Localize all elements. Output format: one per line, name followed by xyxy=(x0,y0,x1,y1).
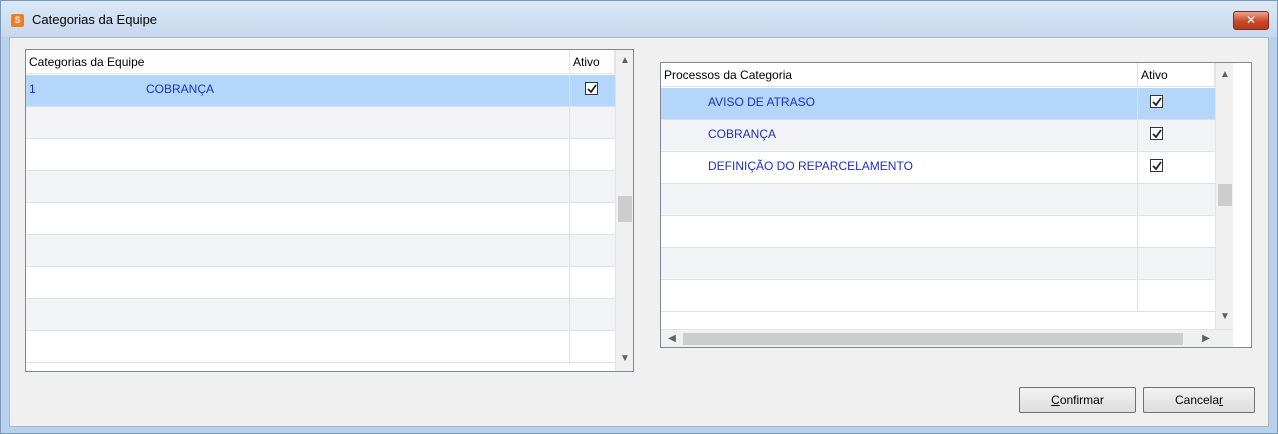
table-row[interactable]: COBRANÇA xyxy=(661,120,1215,152)
vertical-scrollbar[interactable]: ▲ ▼ xyxy=(1215,63,1233,329)
confirm-label: onfirmar xyxy=(1059,393,1104,407)
scroll-left-arrow-icon[interactable]: ◀ xyxy=(663,330,681,347)
active-checkbox[interactable] xyxy=(1150,127,1163,140)
column-header-processes[interactable]: Processos da Categoria xyxy=(661,63,1138,87)
process-name-cell: COBRANÇA xyxy=(708,120,1138,152)
scroll-down-arrow-icon[interactable]: ▼ xyxy=(1216,308,1234,326)
dialog-window: S Categorias da Equipe ✕ Categorias da E… xyxy=(0,0,1278,434)
process-name-cell: AVISO DE ATRASO xyxy=(708,88,1138,120)
active-checkbox[interactable] xyxy=(585,82,598,95)
table-row xyxy=(26,203,615,235)
confirm-button[interactable]: Confirmar xyxy=(1019,387,1136,413)
cancel-label: Cancela xyxy=(1174,393,1220,407)
table-row xyxy=(661,184,1215,216)
table-row xyxy=(26,299,615,331)
vertical-scrollbar[interactable]: ▲ ▼ xyxy=(615,50,633,371)
table-row[interactable]: AVISO DE ATRASO xyxy=(661,88,1215,120)
table-row xyxy=(26,267,615,299)
cancel-button[interactable]: Cancelar xyxy=(1143,387,1255,413)
column-header-categories[interactable]: Categorias da Equipe xyxy=(26,50,570,74)
process-name-cell: DEFINIÇÃO DO REPARCELAMENTO xyxy=(708,152,1138,184)
table-row xyxy=(26,235,615,267)
active-checkbox[interactable] xyxy=(1150,159,1163,172)
scroll-down-arrow-icon[interactable]: ▼ xyxy=(616,350,633,368)
window-title: Categorias da Equipe xyxy=(32,12,158,27)
horizontal-scroll-thumb[interactable] xyxy=(683,333,1183,345)
horizontal-scrollbar[interactable]: ◀ ▶ xyxy=(661,329,1233,347)
column-header-active[interactable]: Ativo xyxy=(570,50,615,74)
grid-header: Processos da Categoria Ativo xyxy=(661,63,1233,87)
confirm-accelerator: C xyxy=(1051,393,1060,407)
table-row xyxy=(26,171,615,203)
active-checkbox[interactable] xyxy=(1150,95,1163,108)
table-row[interactable]: DEFINIÇÃO DO REPARCELAMENTO xyxy=(661,152,1215,184)
cancel-accelerator: r xyxy=(1219,393,1224,407)
dialog-body: Categorias da Equipe Ativo 1 COBRANÇA ▲ xyxy=(9,37,1269,427)
team-categories-grid[interactable]: Categorias da Equipe Ativo 1 COBRANÇA ▲ xyxy=(25,49,634,372)
category-processes-grid[interactable]: Processos da Categoria Ativo AVISO DE AT… xyxy=(660,62,1252,348)
category-name-cell: COBRANÇA xyxy=(146,75,570,107)
scroll-right-arrow-icon[interactable]: ▶ xyxy=(1197,330,1215,347)
table-row xyxy=(26,331,615,363)
scroll-thumb[interactable] xyxy=(1218,184,1232,206)
scroll-up-arrow-icon[interactable]: ▲ xyxy=(616,52,633,70)
category-id-cell: 1 xyxy=(29,82,36,96)
title-bar[interactable]: S Categorias da Equipe ✕ xyxy=(1,1,1277,37)
table-row xyxy=(661,248,1215,280)
table-row xyxy=(26,107,615,139)
table-row xyxy=(661,280,1215,312)
app-icon: S xyxy=(11,14,24,27)
table-row xyxy=(661,216,1215,248)
close-button[interactable]: ✕ xyxy=(1233,11,1269,30)
scroll-up-arrow-icon[interactable]: ▲ xyxy=(1216,66,1234,84)
scroll-thumb[interactable] xyxy=(618,196,632,222)
table-row[interactable]: 1 COBRANÇA xyxy=(26,75,615,107)
table-row xyxy=(26,139,615,171)
grid-header: Categorias da Equipe Ativo xyxy=(26,50,615,74)
column-header-active[interactable]: Ativo xyxy=(1138,63,1215,87)
